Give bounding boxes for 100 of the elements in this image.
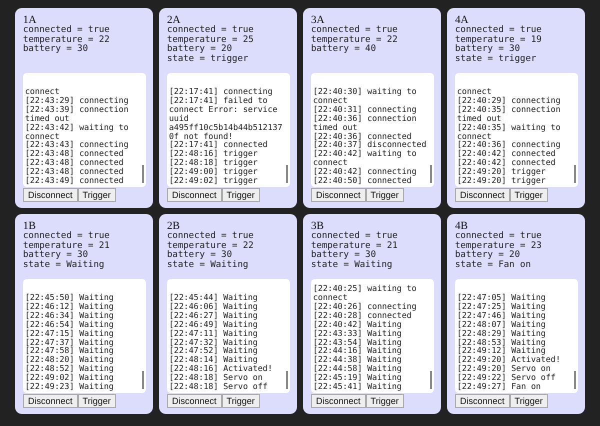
log-entry: [22:47:58] Waiting	[25, 346, 115, 356]
status-line: connected = true	[23, 232, 111, 241]
device-title: 1B	[23, 220, 36, 232]
scrollbar-thumb[interactable]	[286, 165, 288, 183]
log-entry: [22:40:42] waiting to connect	[313, 149, 418, 168]
action-button[interactable]: Trigger	[78, 394, 116, 408]
log-entry: [22:40:42] connecting	[313, 167, 418, 176]
action-button[interactable]: Disconnect	[167, 188, 222, 202]
log-entry: [22:49:27] Fan on	[457, 382, 542, 391]
log-entry: [22:44:16] Waiting	[313, 346, 403, 356]
log-entry: [22:40:36] connected	[313, 132, 412, 140]
log-entry: [22:48:16] trigger	[169, 149, 259, 158]
log-entry: [22:47:15] Waiting	[25, 328, 115, 338]
log-entry: connect	[25, 87, 61, 96]
action-button[interactable]: Disconnect	[23, 394, 78, 408]
action-button[interactable]: Disconnect	[455, 394, 510, 408]
log-entry: [22:40:36] connection timed out	[313, 114, 418, 132]
log-entry: [22:49:02] Waiting	[25, 373, 115, 382]
status-line: battery = 20	[455, 251, 522, 260]
log-entry: [22:17:41] failed to connect Error: service uuid a495ff10c5b14b44b5121370f not found!	[169, 96, 284, 140]
log-entry: [22:40:25] waiting to connect	[313, 284, 418, 302]
log-entry: [22:47:05] Waiting	[457, 293, 547, 302]
log-entry: [22:40:26] connecting	[313, 302, 418, 311]
device-title: 2B	[167, 220, 180, 232]
log-entry: [22:48:29] Waiting	[457, 328, 547, 338]
log-entry: [22:46:12] Waiting	[25, 302, 115, 311]
device-title: 1A	[23, 14, 36, 26]
log-entry: [22:48:52] Waiting	[25, 364, 115, 374]
log-entry: [22:43:33] Waiting	[313, 328, 403, 338]
log-entry: [22:40:42] connected	[457, 158, 557, 168]
scrollbar-thumb[interactable]	[430, 371, 432, 389]
log-entry: [22:49:20] trigger	[457, 176, 547, 185]
log-entry: [22:43:43] connecting	[25, 140, 130, 150]
scrollbar-thumb[interactable]	[430, 165, 432, 183]
status-line: battery = 30	[311, 251, 378, 260]
action-button[interactable]: Trigger	[510, 394, 548, 408]
log-entry: [22:45:44] Waiting	[169, 293, 259, 302]
log-entry: [22:43:49] connected	[25, 176, 125, 185]
action-button[interactable]: Trigger	[222, 188, 260, 202]
device-title: 3B	[311, 220, 324, 232]
log-entry: [22:43:48] connected	[25, 167, 125, 176]
action-button[interactable]: Trigger	[78, 188, 116, 202]
status-line: state = Waiting	[23, 260, 106, 270]
log-entry: [22:40:42] connected	[457, 149, 556, 158]
log-entry: [22:46:49] Waiting	[169, 320, 259, 329]
status-line: battery = 40	[311, 45, 378, 54]
action-button[interactable]: Disconnect	[311, 394, 366, 408]
log-entry: [22:40:42] Waiting	[313, 320, 403, 329]
log-entry: [22:40:35] waiting to connect	[457, 122, 562, 140]
log-entry: [22:40:31] connecting	[313, 104, 418, 114]
action-button[interactable]: Trigger	[366, 188, 404, 202]
status-line: state = Waiting	[167, 260, 250, 270]
action-button[interactable]: Trigger	[222, 394, 260, 408]
log-entry: [22:48:20] Waiting	[25, 355, 115, 364]
status-line: connected = true	[167, 26, 255, 35]
log-entry: [22:44:38] Waiting	[313, 355, 403, 364]
log-entry: [22:40:35] connection timed out	[457, 104, 562, 123]
action-button[interactable]: Disconnect	[167, 394, 222, 408]
action-button[interactable]: Trigger	[366, 394, 404, 408]
log-entry: connect	[457, 87, 493, 96]
log-entry: [22:47:25] Waiting	[457, 302, 547, 311]
log-entry: [22:48:16] Activated!	[169, 364, 274, 374]
status-line: temperature = 21	[311, 242, 399, 250]
log-entry: [22:48:18] Servo off	[169, 382, 269, 391]
log-entry: [22:40:28] connected	[313, 310, 412, 320]
scrollbar-thumb[interactable]	[286, 371, 288, 389]
log-entry: [22:43:54] Waiting	[313, 338, 403, 346]
log-entry: [22:40:30] waiting to connect	[313, 87, 418, 105]
log-entry: [22:47:46] Waiting	[457, 310, 547, 320]
scrollbar-thumb[interactable]	[142, 371, 144, 389]
log-entry: [22:43:42] waiting to connect	[25, 122, 130, 140]
log-entry: [22:40:29] connecting	[457, 96, 562, 105]
status-line: state = trigger	[167, 54, 250, 64]
action-button[interactable]: Disconnect	[311, 188, 366, 202]
log-entry: [22:47:11] Waiting	[169, 328, 259, 338]
log-entry: [22:45:50] Waiting	[25, 293, 115, 302]
status-line: battery = 20	[167, 45, 234, 54]
log-entry: [22:47:32] Waiting	[169, 338, 259, 346]
log-entry: [22:43:48] connected	[25, 149, 124, 158]
status-line: temperature = 22	[167, 242, 255, 250]
log-entry: [22:46:27] Waiting	[169, 310, 259, 320]
status-line: connected = true	[311, 232, 399, 241]
action-button[interactable]: Disconnect	[455, 188, 510, 202]
device-title: 2A	[167, 14, 180, 26]
scrollbar-thumb[interactable]	[574, 371, 576, 389]
device-title: 4A	[455, 14, 468, 26]
status-line: battery = 30	[455, 45, 522, 54]
action-button[interactable]: Trigger	[510, 188, 548, 202]
action-button[interactable]: Disconnect	[23, 188, 78, 202]
log-entry: [22:48:53] Waiting	[457, 338, 547, 346]
scrollbar-thumb[interactable]	[142, 165, 144, 183]
status-line: temperature = 23	[455, 242, 543, 250]
log-entry: [22:46:34] Waiting	[25, 310, 115, 320]
log-entry: [22:43:48] connected	[25, 158, 125, 168]
log-entry: [22:49:00] trigger	[169, 167, 259, 176]
status-line: temperature = 19	[455, 36, 543, 44]
log-entry: [22:49:12] Waiting	[457, 346, 547, 356]
status-line: temperature = 22	[311, 36, 399, 44]
scrollbar-thumb[interactable]	[574, 165, 576, 183]
log-entry: [22:40:36] connecting	[457, 140, 562, 150]
